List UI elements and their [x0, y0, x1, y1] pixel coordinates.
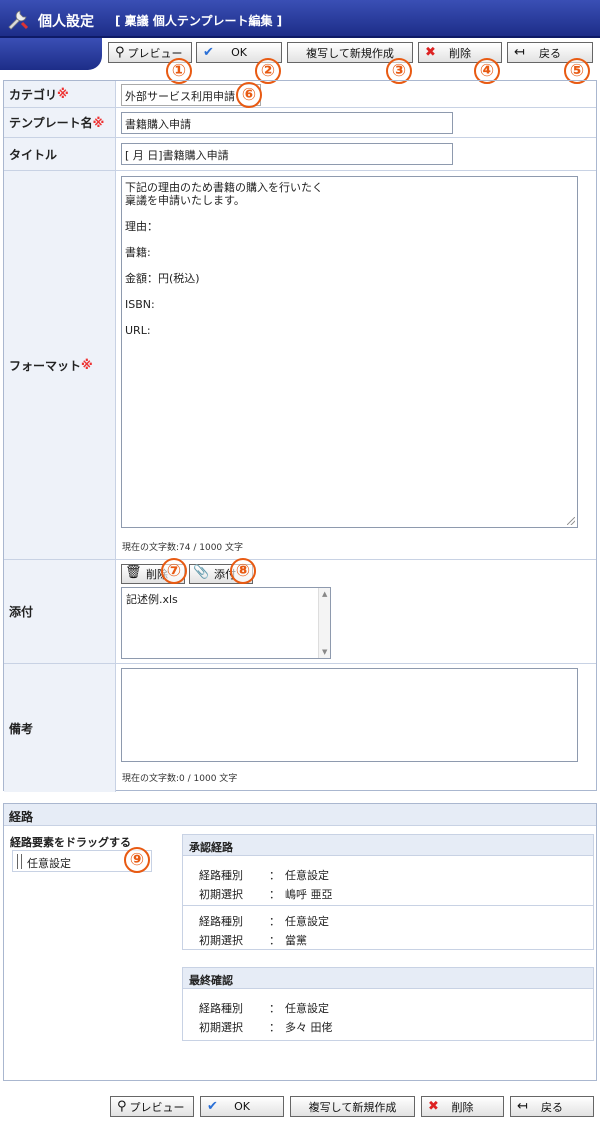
marker-6: ⑥ — [236, 82, 262, 108]
final-group-1-init: 初期選択：多々 田佬 — [199, 1021, 333, 1034]
format-line — [125, 233, 574, 246]
back-button-label: 戻る — [539, 46, 561, 60]
format-textarea[interactable]: 下記の理由のため書籍の購入を行いたく 稟議を申請いたします。 理由： 書籍: 金… — [121, 176, 578, 528]
title-bar: 個人設定 [ 稟議 個人テンプレート編集 ] — [0, 0, 600, 38]
format-line — [125, 207, 574, 220]
remarks-char-count: 現在の文字数:0 / 1000 文字 — [122, 774, 238, 784]
tools-icon — [8, 10, 29, 30]
delete-button-label: 削除 — [449, 46, 471, 60]
magnifier-icon: ⚲ — [117, 1099, 127, 1114]
drag-handle-icon — [17, 854, 22, 869]
ok-button-bottom[interactable]: ✔ OK — [200, 1096, 284, 1117]
delete-button-bottom[interactable]: ✖ 削除 — [421, 1096, 504, 1117]
magnifier-icon: ⚲ — [115, 45, 125, 60]
checkmark-icon: ✔ — [203, 45, 214, 60]
format-char-count: 現在の文字数:74 / 1000 文字 — [122, 543, 244, 553]
page-subtitle: [ 稟議 個人テンプレート編集 ] — [115, 14, 283, 28]
approval-group-2-init: 初期選択：當黨 — [199, 934, 307, 947]
ok-button-bottom-label: OK — [234, 1100, 250, 1113]
format-line: ISBN: — [125, 298, 155, 311]
delete-button-bottom-label: 削除 — [451, 1100, 474, 1114]
attachment-label: 添付 — [4, 560, 116, 663]
draggable-label: 任意設定 — [27, 857, 71, 870]
final-group-1-type: 経路種別：任意設定 — [199, 1002, 329, 1015]
trash-icon: 🗑 — [125, 565, 142, 580]
attachment-list[interactable]: 記述例.xls ▲ ▼ — [121, 587, 331, 659]
drag-title: 経路要素をドラッグする — [10, 836, 131, 849]
format-line — [125, 285, 574, 298]
approval-divider — [183, 905, 593, 906]
route-header: 経路 — [4, 804, 596, 826]
preview-button-bottom[interactable]: ⚲ プレビュー — [110, 1096, 194, 1117]
template-name-label: テンプレート名 ※ — [4, 108, 116, 137]
toolbar-tab-decoration — [0, 38, 102, 70]
top-toolbar: ⚲ プレビュー ✔ OK 複写して新規作成 ✖ 削除 ↤ 戻る — [0, 38, 600, 70]
page-title: 個人設定 — [38, 14, 94, 30]
title-row: タイトル [ 月 日]書籍購入申請 — [4, 138, 596, 171]
x-icon: ✖ — [428, 1099, 439, 1114]
checkmark-icon: ✔ — [207, 1099, 218, 1114]
approval-group-2-type: 経路種別：任意設定 — [199, 915, 329, 928]
marker-8: ⑧ — [230, 558, 256, 584]
template-name-row: テンプレート名 ※ 書籍購入申請 — [4, 108, 596, 138]
approval-route-title: 承認経路 — [183, 835, 593, 856]
remarks-textarea[interactable] — [121, 668, 578, 762]
format-line: 金額：円(税込) — [125, 272, 200, 285]
approval-group-1-type: 経路種別：任意設定 — [199, 869, 329, 882]
format-label: フォーマット ※ — [4, 171, 116, 559]
copy-new-button-bottom[interactable]: 複写して新規作成 — [290, 1096, 415, 1117]
format-line: URL: — [125, 324, 151, 337]
template-form: カテゴリ ※ 外部サービス利用申請 テンプレート名 ※ 書籍購入申請 タイトル [ … — [3, 80, 597, 792]
category-row: カテゴリ ※ 外部サービス利用申請 — [4, 81, 596, 108]
attachment-row: 添付 🗑 削除 📎 添付 記述例.xls ▲ ▼ — [4, 560, 596, 664]
format-line: 理由： — [125, 220, 158, 233]
final-confirm-pane: 最終確認 経路種別：任意設定 初期選択：多々 田佬 — [182, 967, 594, 1041]
x-icon: ✖ — [425, 45, 436, 60]
marker-9: ⑨ — [124, 847, 150, 873]
remarks-label: 備考 — [4, 664, 116, 792]
approval-route-pane: 承認経路 経路種別：任意設定 初期選択：嶋呼 亜亞 経路種別：任意設定 初期選択… — [182, 834, 594, 950]
format-row: フォーマット ※ 下記の理由のため書籍の購入を行いたく 稟議を申請いたします。 理… — [4, 171, 596, 560]
remarks-row: 備考 現在の文字数:0 / 1000 文字 — [4, 664, 596, 792]
format-line: 書籍: — [125, 246, 151, 259]
back-button-bottom-label: 戻る — [541, 1100, 563, 1114]
scroll-down-icon[interactable]: ▼ — [322, 648, 327, 656]
format-line: 稟議を申請いたします。 — [125, 194, 245, 207]
back-arrow-icon: ↤ — [517, 1099, 528, 1114]
paperclip-icon: 📎 — [193, 565, 210, 580]
marker-7: ⑦ — [161, 558, 187, 584]
preview-button-bottom-label: プレビュー — [129, 1100, 185, 1114]
resize-grip[interactable] — [567, 517, 575, 525]
title-label: タイトル — [4, 138, 116, 170]
ok-button-label: OK — [231, 46, 247, 59]
copy-new-button-bottom-label: 複写して新規作成 — [308, 1100, 397, 1114]
category-label: カテゴリ ※ — [4, 81, 116, 107]
format-line — [125, 259, 574, 272]
format-line: 下記の理由のため書籍の購入を行いたく — [125, 181, 323, 194]
scroll-up-icon[interactable]: ▲ — [322, 590, 327, 598]
template-name-input[interactable]: 書籍購入申請 — [121, 112, 453, 134]
back-button-bottom[interactable]: ↤ 戻る — [510, 1096, 594, 1117]
copy-new-button-label: 複写して新規作成 — [306, 46, 394, 60]
back-arrow-icon: ↤ — [514, 45, 525, 60]
attachment-file-item[interactable]: 記述例.xls — [122, 588, 330, 610]
format-line — [125, 311, 574, 324]
final-confirm-title: 最終確認 — [183, 968, 593, 989]
title-input[interactable]: [ 月 日]書籍購入申請 — [121, 143, 453, 165]
attachment-list-scrollbar[interactable]: ▲ ▼ — [318, 588, 330, 658]
approval-group-1-init: 初期選択：嶋呼 亜亞 — [199, 888, 333, 901]
route-section: 経路 経路要素をドラッグする 任意設定 承認経路 経路種別：任意設定 初期選択：… — [3, 803, 597, 1081]
